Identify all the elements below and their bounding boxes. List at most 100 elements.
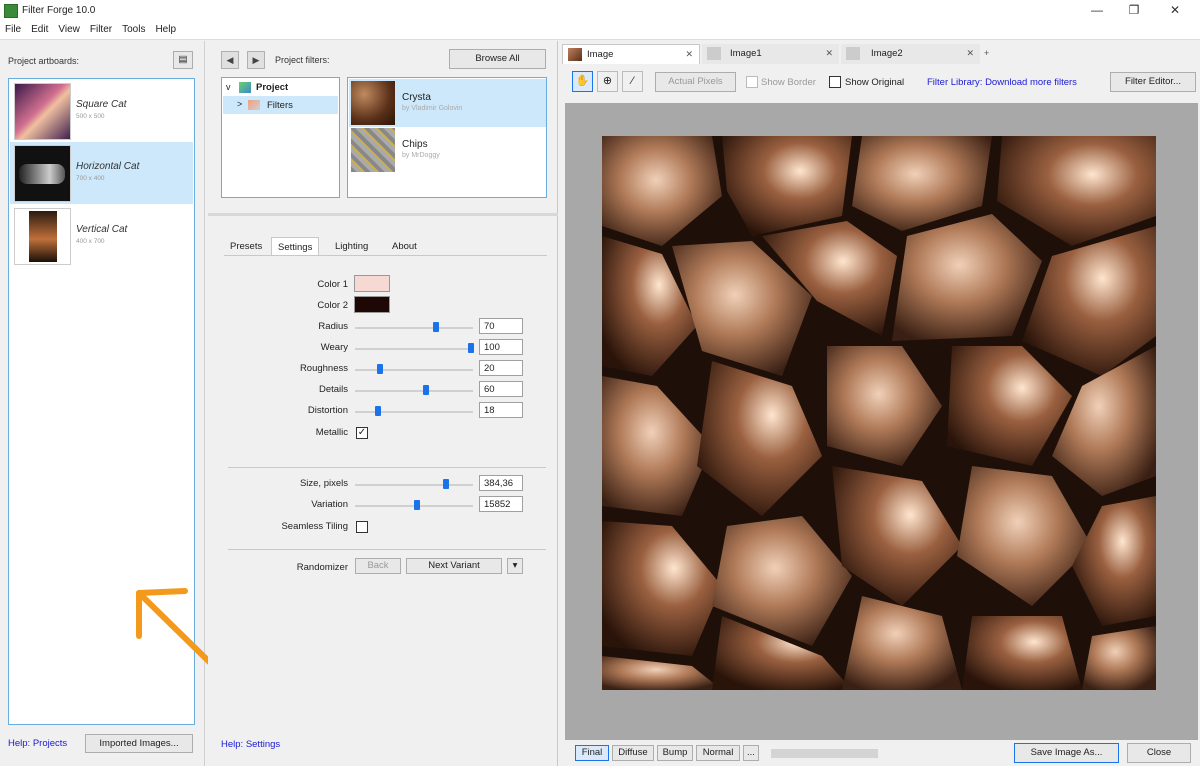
menu-help[interactable]: Help — [150, 22, 181, 37]
radius-slider-track[interactable] — [355, 327, 473, 329]
color2-swatch[interactable] — [354, 296, 390, 313]
tab-settings[interactable]: Settings — [271, 237, 320, 256]
next-variant-button[interactable]: Next Variant — [406, 558, 502, 574]
collapse-chevron-icon: > — [237, 99, 243, 109]
artboard-item-square-cat[interactable]: Square Cat 500 x 500 — [10, 80, 193, 142]
mode-more-button[interactable]: ... — [743, 745, 759, 761]
filter-item-chips[interactable]: Chips by MrDoggy — [349, 127, 546, 175]
help-settings-link[interactable]: Help: Settings — [221, 739, 280, 750]
menu-filter[interactable]: Filter — [85, 22, 117, 37]
roughness-slider-track[interactable] — [355, 369, 473, 371]
tab-about[interactable]: About — [386, 237, 423, 256]
tree-item-filters[interactable]: > Filters — [223, 96, 338, 114]
hand-tool-icon[interactable]: ✋ — [572, 71, 593, 92]
menu-file[interactable]: File — [0, 22, 26, 37]
color1-label: Color 1 — [317, 279, 348, 290]
radius-value-field[interactable]: 70 — [479, 318, 523, 334]
metallic-checkbox[interactable]: ✓ — [356, 427, 368, 439]
expand-chevron-icon[interactable]: v — [226, 82, 231, 92]
variation-slider-thumb[interactable] — [414, 500, 420, 510]
close-tab-icon[interactable]: ✕ — [966, 48, 974, 59]
filter-item-crysta[interactable]: Crysta by Vladimir Golovin — [349, 79, 546, 127]
distortion-slider-track[interactable] — [355, 411, 473, 413]
close-window-button[interactable]: ✕ — [1155, 0, 1195, 22]
seamless-tiling-checkbox[interactable] — [356, 521, 368, 533]
forward-nav-button[interactable]: ▶ — [247, 51, 265, 69]
mode-diffuse-button[interactable]: Diffuse — [612, 745, 654, 761]
filter-thumbnail — [351, 81, 395, 125]
doc-tab-label: Image1 — [730, 48, 762, 59]
show-border-checkbox[interactable] — [746, 76, 758, 88]
params-divider — [228, 467, 546, 468]
variation-value-field[interactable]: 15852 — [479, 496, 523, 512]
details-label: Details — [318, 384, 348, 395]
menu-view[interactable]: View — [53, 22, 85, 37]
artboard-item-vertical-cat[interactable]: Vertical Cat 400 x 700 — [10, 205, 193, 267]
back-nav-button[interactable]: ◀ — [221, 51, 239, 69]
project-tree: v Project > Filters — [221, 77, 340, 198]
artboards-options-button[interactable]: ▤ — [173, 51, 193, 69]
menu-tools[interactable]: Tools — [117, 22, 150, 37]
roughness-value-field[interactable]: 20 — [479, 360, 523, 376]
minimize-button[interactable]: — — [1077, 0, 1117, 22]
doc-tab-image2[interactable]: Image2 ✕ — [841, 44, 980, 64]
tab-presets[interactable]: Presets — [224, 237, 268, 256]
weary-slider-thumb[interactable] — [468, 343, 474, 353]
filter-author: by Vladimir Golovin — [402, 105, 463, 112]
weary-slider-track[interactable] — [355, 348, 473, 350]
title-bar: Filter Forge 10.0 — ❐ ✕ — [0, 0, 1200, 22]
details-slider-thumb[interactable] — [423, 385, 429, 395]
distortion-value-field[interactable]: 18 — [479, 402, 523, 418]
mode-bump-button[interactable]: Bump — [657, 745, 693, 761]
distortion-label: Distortion — [307, 405, 348, 416]
artboard-thumbnail — [14, 145, 71, 202]
show-original-checkbox[interactable] — [829, 76, 841, 88]
preview-canvas[interactable] — [565, 103, 1198, 740]
help-projects-link[interactable]: Help: Projects — [8, 738, 67, 749]
seamless-tiling-label: Seamless Tiling — [281, 521, 348, 532]
metallic-label: Metallic — [315, 427, 348, 438]
size-slider-track[interactable] — [355, 484, 473, 486]
panel-splitter[interactable] — [208, 213, 558, 216]
radius-slider-thumb[interactable] — [433, 322, 439, 332]
zoom-tool-icon[interactable]: ⊕ — [597, 71, 618, 92]
doc-tab-image[interactable]: Image ✕ — [562, 44, 700, 64]
filter-editor-button[interactable]: Filter Editor... — [1110, 72, 1196, 92]
distortion-slider-thumb[interactable] — [375, 406, 381, 416]
close-tab-icon[interactable]: ✕ — [825, 48, 833, 59]
radius-label: Radius — [318, 321, 348, 332]
menu-edit[interactable]: Edit — [26, 22, 53, 37]
imported-images-button[interactable]: Imported Images... — [85, 734, 193, 753]
tree-root-project[interactable]: Project — [256, 82, 288, 93]
app-icon — [4, 4, 18, 18]
new-tab-icon[interactable]: + — [984, 48, 989, 58]
browse-all-button[interactable]: Browse All — [449, 49, 546, 69]
filter-library-link[interactable]: Filter Library: Download more filters — [927, 77, 1077, 88]
mode-normal-button[interactable]: Normal — [696, 745, 740, 761]
artboard-size: 500 x 500 — [76, 113, 105, 120]
tabs-divider — [224, 255, 547, 256]
project-filters-header: Project filters: — [275, 55, 330, 65]
artboard-item-horizontal-cat[interactable]: Horizontal Cat 700 x 400 — [10, 142, 193, 204]
image-tab-icon — [846, 47, 860, 60]
randomizer-options-icon[interactable]: ▾ — [507, 558, 523, 574]
tab-lighting[interactable]: Lighting — [329, 237, 374, 256]
doc-tab-image1[interactable]: Image1 ✕ — [702, 44, 839, 64]
close-tab-icon[interactable]: ✕ — [685, 49, 693, 60]
details-slider-track[interactable] — [355, 390, 473, 392]
weary-value-field[interactable]: 100 — [479, 339, 523, 355]
randomizer-back-button[interactable]: Back — [355, 558, 401, 574]
mode-final-button[interactable]: Final — [575, 745, 609, 761]
size-value-field[interactable]: 384,36 — [479, 475, 523, 491]
color1-swatch[interactable] — [354, 275, 390, 292]
actual-pixels-button[interactable]: Actual Pixels — [655, 72, 736, 92]
roughness-slider-thumb[interactable] — [377, 364, 383, 374]
window-title: Filter Forge 10.0 — [22, 5, 96, 16]
details-value-field[interactable]: 60 — [479, 381, 523, 397]
maximize-button[interactable]: ❐ — [1114, 0, 1154, 22]
eyedropper-tool-icon[interactable]: ⁄ — [622, 71, 643, 92]
save-image-as-button[interactable]: Save Image As... — [1014, 743, 1119, 763]
size-slider-thumb[interactable] — [443, 479, 449, 489]
close-button[interactable]: Close — [1127, 743, 1191, 763]
filter-list[interactable]: Crysta by Vladimir Golovin Chips by MrDo… — [347, 77, 547, 198]
